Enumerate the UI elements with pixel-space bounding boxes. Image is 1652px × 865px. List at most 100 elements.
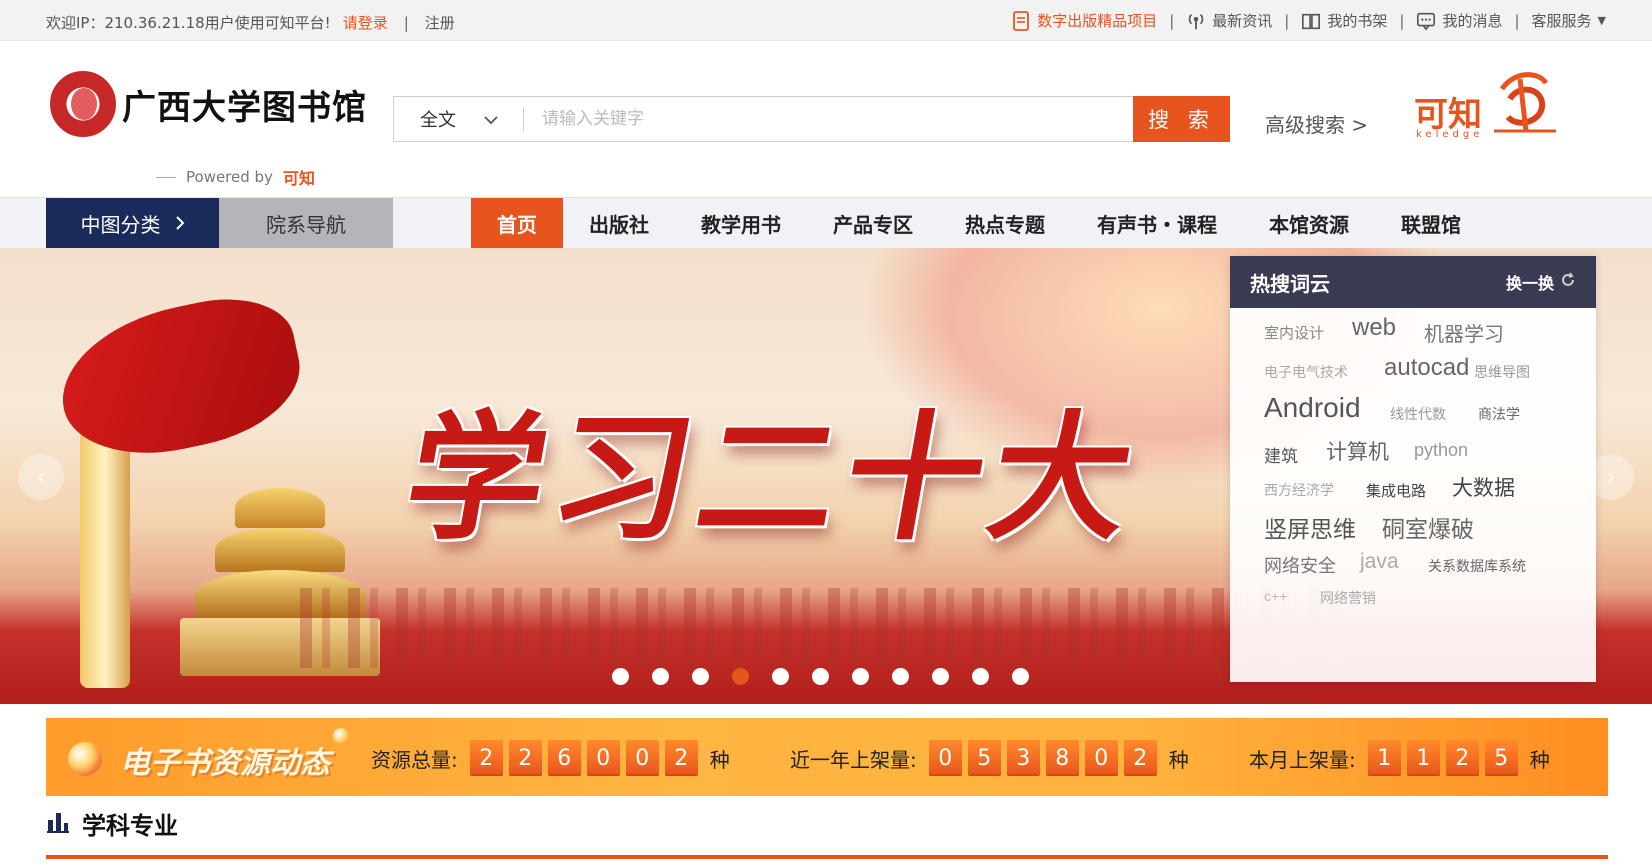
customer-service-menu[interactable]: 客服服务 ▼ xyxy=(1532,10,1606,31)
messages-label: 我的消息 xyxy=(1442,12,1503,30)
keledge-logo-sub: keledge xyxy=(1416,129,1484,140)
carousel-dot[interactable] xyxy=(1012,668,1029,685)
news-link[interactable]: 最新资讯 xyxy=(1186,10,1272,31)
customer-service-label: 客服服务 xyxy=(1531,12,1592,30)
nav-item-publishers[interactable]: 出版社 xyxy=(563,198,675,249)
stat-digit: 0 xyxy=(1084,740,1118,776)
chevron-down-icon xyxy=(484,109,498,130)
carousel-dot[interactable] xyxy=(652,668,669,685)
hot-word[interactable]: 建筑 xyxy=(1264,442,1298,467)
search-bar: 全文 搜 索 xyxy=(393,96,1230,142)
login-link[interactable]: 请登录 xyxy=(343,12,388,33)
hot-word[interactable]: Android xyxy=(1264,392,1361,424)
department-nav[interactable]: 院系导航 xyxy=(219,198,393,249)
stat-digit: 1 xyxy=(1406,740,1440,776)
hot-word[interactable]: 网络安全 xyxy=(1264,552,1336,578)
hot-word[interactable]: 关系数据库系统 xyxy=(1428,556,1526,576)
search-input[interactable] xyxy=(542,105,1102,133)
carousel-dot[interactable] xyxy=(772,668,789,685)
stat-label: 近一年上架量: xyxy=(790,747,917,772)
hot-word[interactable]: 集成电路 xyxy=(1366,480,1426,501)
divider: | xyxy=(1399,11,1405,30)
stat-unit: 种 xyxy=(1529,747,1550,772)
university-seal-icon xyxy=(50,71,116,137)
section-divider xyxy=(46,855,1608,859)
divider: | xyxy=(1169,11,1175,30)
hot-word[interactable]: 大数据 xyxy=(1452,472,1515,502)
main-nav: 中图分类 院系导航 首页 出版社 教学用书 产品专区 热点专题 有声书・课程 本… xyxy=(0,197,1652,249)
hot-word[interactable]: 商法学 xyxy=(1478,404,1520,424)
library-logo[interactable]: 广西大学图书馆 xyxy=(50,71,367,137)
hot-word[interactable]: 竖屏思维 xyxy=(1264,510,1356,544)
bookshelf-label: 我的书架 xyxy=(1327,12,1388,30)
nav-item-textbooks[interactable]: 教学用书 xyxy=(675,198,807,249)
divider: | xyxy=(1514,11,1520,30)
divider: | xyxy=(403,13,409,32)
stat-digit: 0 xyxy=(928,740,962,776)
carousel-dot[interactable] xyxy=(852,668,869,685)
messages-link[interactable]: 我的消息 xyxy=(1416,10,1502,31)
hot-word[interactable]: java xyxy=(1360,550,1399,574)
powered-brand: 可知 xyxy=(282,169,315,188)
hot-word[interactable]: 电子电气技术 xyxy=(1264,362,1348,382)
nav-item-library-resources[interactable]: 本馆资源 xyxy=(1243,198,1375,249)
hot-word[interactable]: autocad xyxy=(1384,354,1469,382)
register-link[interactable]: 注册 xyxy=(425,12,455,33)
advanced-search-link[interactable]: 高级搜索 > xyxy=(1265,109,1368,138)
keledge-mark-icon xyxy=(1494,72,1556,133)
stat-digit: 2 xyxy=(469,740,503,776)
stat-digit: 2 xyxy=(664,740,698,776)
library-name: 广西大学图书馆 xyxy=(122,89,367,127)
digital-publishing-label: 数字出版精品项目 xyxy=(1037,12,1158,30)
stat-label: 本月上架量: xyxy=(1249,747,1356,772)
bar-chart-icon xyxy=(46,810,70,838)
refresh-button[interactable]: 换一换 xyxy=(1506,270,1576,294)
category-menu[interactable]: 中图分类 xyxy=(46,198,219,249)
hot-word[interactable]: 计算机 xyxy=(1326,436,1389,466)
search-scope-select[interactable]: 全文 xyxy=(394,97,524,141)
stat-digit: 2 xyxy=(1445,740,1479,776)
stat-digit: 5 xyxy=(967,740,1001,776)
hot-word[interactable]: 硐室爆破 xyxy=(1382,510,1474,544)
stat-digit: 0 xyxy=(625,740,659,776)
hot-word[interactable]: c++ xyxy=(1264,588,1287,604)
carousel-dot[interactable] xyxy=(612,668,629,685)
hot-word[interactable]: 线性代数 xyxy=(1390,404,1446,424)
hot-word[interactable]: 思维导图 xyxy=(1474,362,1530,382)
carousel-dot[interactable] xyxy=(972,668,989,685)
carousel-dot[interactable] xyxy=(932,668,949,685)
top-bar: 欢迎IP：210.36.21.18用户使用可知平台! 请登录 | 注册 数字出版… xyxy=(0,0,1652,41)
nav-item-audiobooks[interactable]: 有声书・课程 xyxy=(1071,198,1243,249)
hot-word[interactable]: 网络营销 xyxy=(1320,588,1376,608)
welcome-area: 欢迎IP：210.36.21.18用户使用可知平台! 请登录 | 注册 xyxy=(46,12,455,33)
hot-word[interactable]: 室内设计 xyxy=(1264,322,1324,343)
nav-item-home[interactable]: 首页 xyxy=(471,198,563,249)
digital-publishing-link[interactable]: 数字出版精品项目 xyxy=(1011,10,1157,31)
nav-item-topics[interactable]: 热点专题 xyxy=(939,198,1071,249)
hot-word[interactable]: web xyxy=(1352,314,1396,342)
stat-last-year: 近一年上架量: 0 5 3 8 0 2 种 xyxy=(790,740,1189,776)
top-links: 数字出版精品项目 | 最新资讯 | 我的书架 | 我的消息 | 客服服务 ▼ xyxy=(952,10,1652,31)
stat-digit: 5 xyxy=(1484,740,1518,776)
nav-item-products[interactable]: 产品专区 xyxy=(807,198,939,249)
news-label: 最新资讯 xyxy=(1212,12,1273,30)
search-button[interactable]: 搜 索 xyxy=(1133,96,1230,142)
hot-words-panel: 热搜词云 换一换 室内设计 web 机器学习 电子电气技术 autocad 思维… xyxy=(1230,256,1596,682)
carousel-dot[interactable] xyxy=(692,668,709,685)
refresh-icon xyxy=(1560,272,1576,292)
nav-item-alliance[interactable]: 联盟馆 xyxy=(1375,198,1487,249)
banner-dots xyxy=(612,668,1029,685)
hot-word[interactable]: 机器学习 xyxy=(1424,318,1504,347)
carousel-dot[interactable] xyxy=(812,668,829,685)
carousel-dot[interactable] xyxy=(732,668,749,685)
powered-by-text: Powered by xyxy=(186,168,273,186)
carousel-dot[interactable] xyxy=(892,668,909,685)
message-icon xyxy=(1416,11,1436,31)
broadcast-icon xyxy=(1186,11,1206,31)
refresh-label: 换一换 xyxy=(1505,274,1554,293)
hot-word[interactable]: 西方经济学 xyxy=(1264,480,1334,500)
hot-word[interactable]: python xyxy=(1414,440,1468,461)
banner-prev-button[interactable]: ‹ xyxy=(18,454,64,500)
chevron-right-icon xyxy=(175,212,185,236)
bookshelf-link[interactable]: 我的书架 xyxy=(1301,10,1387,31)
